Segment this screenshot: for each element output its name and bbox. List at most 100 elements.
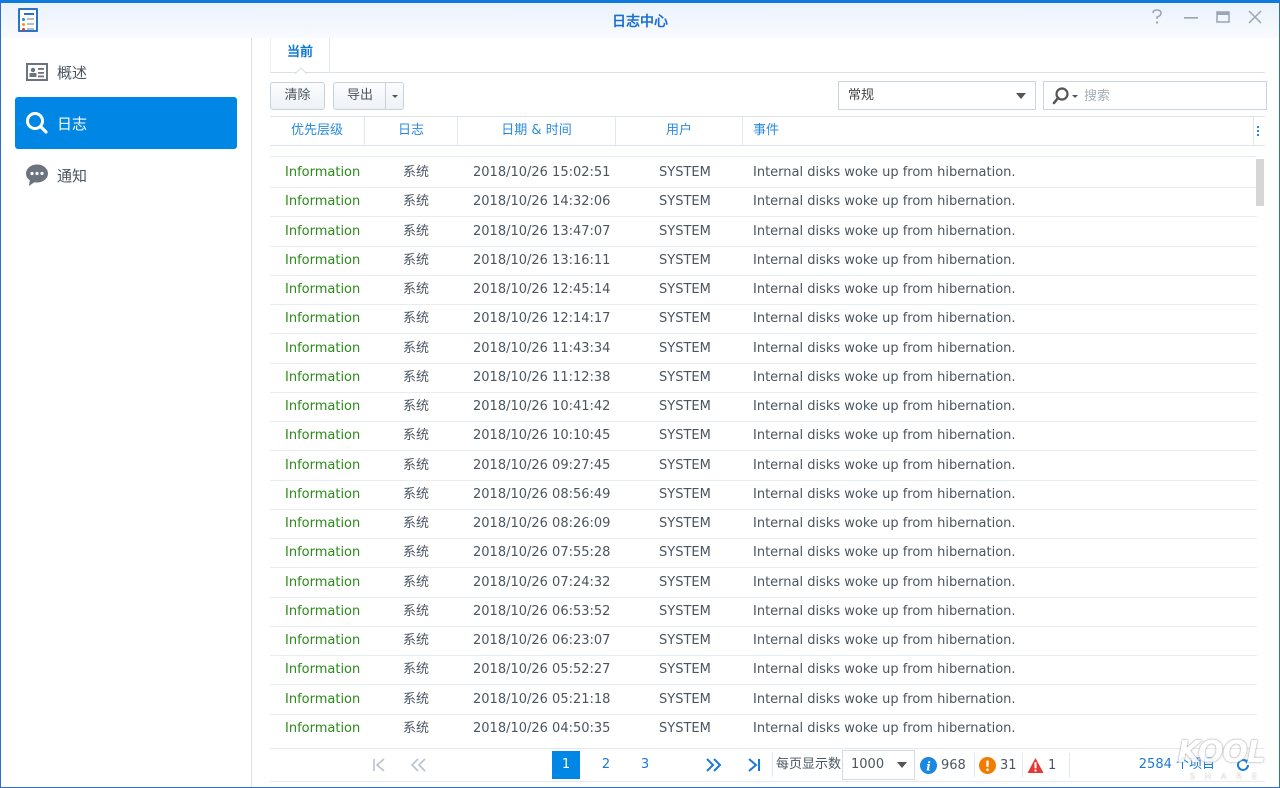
user-cell: SYSTEM bbox=[659, 516, 711, 531]
clear-button[interactable]: 清除 bbox=[270, 82, 325, 110]
help-button[interactable] bbox=[1147, 9, 1167, 29]
table-row[interactable]: Information 系统 2018/10/26 04:50:35 SYSTEM In… bbox=[270, 715, 1257, 738]
overview-card-icon bbox=[25, 60, 49, 84]
page-size-select[interactable]: 1000 bbox=[842, 750, 915, 780]
double-chevron-right-icon bbox=[706, 758, 722, 772]
warning-count-filter[interactable]: 31 bbox=[979, 749, 1017, 781]
tab-current[interactable]: 当前 bbox=[270, 38, 330, 74]
table-row[interactable]: Information 系统 2018/10/26 08:26:09 SYSTEM In… bbox=[270, 510, 1257, 539]
table-row[interactable]: Information 系统 2018/10/26 13:16:11 SYSTEM In… bbox=[270, 247, 1257, 276]
error-count-filter[interactable]: 1 bbox=[1027, 749, 1056, 781]
table-row[interactable]: Information 系统 2018/10/26 11:12:38 SYSTEM In… bbox=[270, 364, 1257, 393]
table-row[interactable]: Information 系统 2018/10/26 10:41:42 SYSTEM In… bbox=[270, 393, 1257, 422]
info-count-filter[interactable]: i 968 bbox=[920, 749, 966, 781]
datetime-cell: 2018/10/26 13:16:11 bbox=[473, 252, 611, 268]
chat-bubble-icon bbox=[25, 163, 49, 187]
table-row[interactable]: Information 系统 2018/10/26 11:43:34 SYSTEM In… bbox=[270, 335, 1257, 364]
priority-cell: Information bbox=[285, 457, 361, 473]
scrollbar-thumb[interactable] bbox=[1256, 159, 1264, 206]
divider bbox=[1022, 753, 1023, 777]
column-header-log[interactable]: 日志 bbox=[365, 117, 458, 146]
table-row[interactable]: Information 系统 2018/10/26 05:52:27 SYSTEM In… bbox=[270, 656, 1257, 686]
table-row[interactable]: Information 系统 2018/10/26 05:21:18 SYSTEM In… bbox=[270, 686, 1257, 715]
grid-header: 优先层级 日志 日期 & 时间 用户 事件 bbox=[270, 116, 1265, 146]
datetime-cell: 2018/10/26 10:10:45 bbox=[473, 428, 611, 444]
sidebar-item-logs[interactable]: 日志 bbox=[15, 97, 237, 149]
datetime-cell: 2018/10/26 07:24:32 bbox=[473, 574, 611, 590]
page-button-3[interactable]: 3 bbox=[631, 751, 659, 779]
help-icon bbox=[1152, 9, 1162, 24]
user-cell: SYSTEM bbox=[659, 633, 711, 648]
column-header-user[interactable]: 用户 bbox=[616, 117, 743, 146]
priority-cell: Information bbox=[285, 691, 361, 707]
user-cell: SYSTEM bbox=[659, 574, 711, 590]
column-header-priority[interactable]: 优先层级 bbox=[270, 117, 365, 146]
column-header-event[interactable]: 事件 bbox=[743, 117, 1254, 146]
minimize-button[interactable] bbox=[1181, 9, 1201, 29]
search-options-button[interactable] bbox=[1052, 87, 1082, 109]
svg-text:i: i bbox=[926, 759, 931, 773]
sidebar-item-notifications[interactable]: 通知 bbox=[15, 149, 237, 201]
maximize-button[interactable] bbox=[1213, 9, 1233, 29]
first-page-button[interactable] bbox=[365, 751, 393, 779]
page-button-1[interactable]: 1 bbox=[552, 751, 580, 779]
log-filter-select[interactable]: 常规 bbox=[838, 81, 1036, 110]
table-row[interactable]: Information 系统 2018/10/26 06:23:07 SYSTEM In… bbox=[270, 627, 1257, 656]
last-page-button[interactable] bbox=[740, 751, 768, 779]
refresh-button[interactable] bbox=[1235, 757, 1251, 773]
user-cell: SYSTEM bbox=[659, 457, 711, 473]
table-row[interactable]: Information 系统 2018/10/26 07:24:32 SYSTEM In… bbox=[270, 569, 1257, 598]
page-button-2[interactable]: 2 bbox=[592, 751, 620, 779]
user-cell: SYSTEM bbox=[659, 340, 711, 356]
log-cell: 系统 bbox=[403, 516, 430, 531]
table-row[interactable]: Information 系统 2018/10/26 07:55:28 SYSTEM In… bbox=[270, 539, 1257, 569]
table-row[interactable]: Information 系统 2018/10/26 10:10:45 SYSTEM In… bbox=[270, 422, 1257, 452]
priority-cell: Information bbox=[285, 223, 361, 239]
next-page-button[interactable] bbox=[700, 751, 728, 779]
priority-cell: Information bbox=[285, 194, 361, 210]
datetime-cell: 2018/10/26 09:27:45 bbox=[473, 457, 611, 473]
priority-cell: Information bbox=[285, 428, 361, 444]
first-page-icon bbox=[373, 758, 385, 772]
search-input[interactable] bbox=[1084, 86, 1254, 106]
search-box bbox=[1043, 81, 1267, 110]
table-row[interactable]: Information 系统 2018/10/26 12:45:14 SYSTEM In… bbox=[270, 276, 1257, 305]
datetime-cell: 2018/10/26 12:14:17 bbox=[473, 311, 611, 327]
table-row[interactable]: Information 系统 2018/10/26 09:27:45 SYSTEM In… bbox=[270, 452, 1257, 481]
previous-page-button[interactable] bbox=[404, 751, 432, 779]
export-button[interactable]: 导出 bbox=[333, 82, 404, 110]
priority-cell: Information bbox=[285, 311, 361, 327]
caret-down-icon bbox=[392, 95, 398, 98]
table-row[interactable]: Information 系统 2018/10/26 12:14:17 SYSTEM In… bbox=[270, 305, 1257, 335]
chevron-down-icon bbox=[1016, 93, 1026, 99]
datetime-cell: 2018/10/26 05:21:18 bbox=[473, 691, 611, 707]
sidebar-item-overview[interactable]: 概述 bbox=[15, 46, 237, 98]
table-row[interactable]: Information 系统 2018/10/26 13:47:07 SYSTEM In… bbox=[270, 218, 1257, 247]
table-row[interactable]: Information 系统 2018/10/26 15:02:51 SYSTEM In… bbox=[270, 159, 1257, 188]
event-cell: Internal disks woke up from hibernation. bbox=[753, 603, 1016, 619]
last-page-icon bbox=[748, 758, 760, 772]
export-label: 导出 bbox=[347, 88, 374, 103]
log-cell: 系统 bbox=[403, 311, 430, 327]
log-center-window: 日志中心 概述 日志 通知 当前 清除 导出 常规 搜索 优先层级 日志 日期 … bbox=[0, 0, 1280, 788]
event-cell: Internal disks woke up from hibernation. bbox=[753, 545, 1016, 561]
event-cell: Internal disks woke up from hibernation. bbox=[753, 486, 1016, 502]
search-icon bbox=[25, 111, 49, 135]
log-cell: 系统 bbox=[403, 428, 430, 444]
priority-cell: Information bbox=[285, 340, 361, 356]
log-cell: 系统 bbox=[403, 574, 430, 590]
close-button[interactable] bbox=[1245, 9, 1265, 29]
vertical-scrollbar[interactable] bbox=[1255, 155, 1265, 738]
table-row[interactable]: Information 系统 2018/10/26 06:53:52 SYSTEM In… bbox=[270, 598, 1257, 627]
export-dropdown-toggle[interactable] bbox=[385, 83, 403, 109]
table-row[interactable]: Information 系统 2018/10/26 14:32:06 SYSTEM In… bbox=[270, 188, 1257, 218]
priority-cell: Information bbox=[285, 545, 361, 561]
table-row[interactable]: Information 系统 2018/10/26 08:56:49 SYSTEM In… bbox=[270, 481, 1257, 510]
column-header-datetime[interactable]: 日期 & 时间 bbox=[458, 117, 616, 146]
user-cell: SYSTEM bbox=[659, 720, 711, 736]
event-cell: Internal disks woke up from hibernation. bbox=[753, 574, 1016, 590]
table-row-partial[interactable] bbox=[270, 155, 1257, 157]
column-options-button[interactable] bbox=[1251, 117, 1265, 146]
tab-bar: 当前 bbox=[270, 38, 1265, 74]
user-cell: SYSTEM bbox=[659, 311, 711, 327]
